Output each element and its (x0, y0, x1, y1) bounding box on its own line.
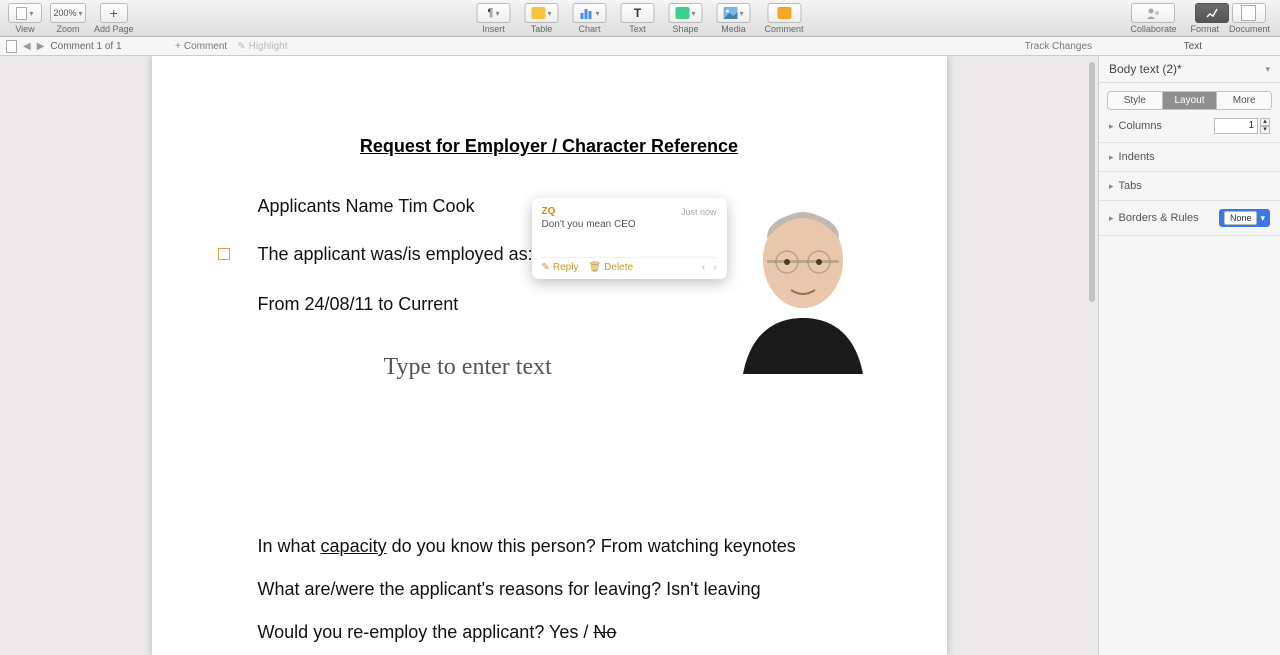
text-button[interactable]: T (620, 3, 654, 23)
track-changes-label[interactable]: Track Changes (1025, 41, 1092, 52)
indents-section[interactable]: ▸Indents (1099, 143, 1280, 172)
collaborate-button[interactable] (1131, 3, 1175, 23)
tab-style[interactable]: Style (1108, 92, 1162, 109)
pencil-icon: ✎ (237, 41, 245, 52)
comment-author: ZQ (542, 206, 556, 217)
collaborate-label: Collaborate (1130, 24, 1176, 34)
inspector-tab-text: Text (1184, 41, 1202, 52)
inspector-panel: Body text (2)* ▾ Style Layout More ▸Colu… (1098, 56, 1280, 655)
chart-button[interactable]: ▾ (572, 3, 606, 23)
tabs-section[interactable]: ▸Tabs (1099, 172, 1280, 201)
main-toolbar: ▾ View 200%▾ Zoom + Add Page (0, 0, 1280, 37)
comment-marker[interactable] (218, 248, 230, 260)
format-button[interactable] (1195, 3, 1229, 23)
insert-button[interactable]: ¶▾ (476, 3, 510, 23)
brush-icon (1205, 7, 1219, 19)
media-icon (723, 7, 737, 19)
question-capacity[interactable]: In what capacity do you know this person… (258, 536, 796, 557)
borders-section[interactable]: ▸Borders & Rules None▾ (1099, 201, 1280, 236)
applicant-photo[interactable] (721, 168, 885, 374)
page-icon (16, 7, 27, 20)
scrollbar[interactable] (1089, 62, 1095, 302)
disclosure-icon: ▸ (1109, 181, 1114, 192)
comment-toolbar-button[interactable] (767, 3, 801, 23)
highlight-button[interactable]: ✎Highlight (237, 41, 287, 52)
thumbnails-icon[interactable] (6, 40, 17, 53)
comment-label: Comment (764, 24, 803, 34)
paragraph-style-name[interactable]: Body text (2)* (1109, 62, 1182, 76)
disclosure-icon: ▸ (1109, 152, 1114, 163)
chart-icon (579, 7, 593, 19)
inspector-tabs: Style Layout More (1107, 91, 1272, 110)
page: Request for Employer / Character Referen… (152, 56, 947, 655)
add-page-button[interactable]: + (100, 3, 128, 23)
media-button[interactable]: ▾ (716, 3, 750, 23)
table-label: Table (531, 24, 553, 34)
comment-count: Comment 1 of 1 (50, 41, 121, 52)
prev-comment-arrow[interactable]: ◀ (23, 41, 31, 52)
question-reasons[interactable]: What are/were the applicant's reasons fo… (258, 579, 761, 600)
tab-layout[interactable]: Layout (1162, 92, 1217, 109)
columns-stepper[interactable]: ▴▾ (1260, 118, 1270, 134)
from-to-line[interactable]: From 24/08/11 to Current (258, 294, 459, 315)
comment-prev-icon[interactable]: ‹ (702, 262, 705, 273)
media-label: Media (721, 24, 746, 34)
pencil-icon: ✎ (542, 262, 550, 273)
comment-delete-button[interactable]: 🗑Delete (588, 262, 633, 273)
disclosure-icon: ▸ (1109, 213, 1114, 224)
trash-icon: 🗑 (588, 262, 601, 273)
insert-label: Insert (482, 24, 505, 34)
zoom-button[interactable]: 200%▾ (50, 3, 86, 23)
columns-section[interactable]: ▸Columns 1 ▴▾ (1099, 110, 1280, 143)
tab-more[interactable]: More (1216, 92, 1271, 109)
document-icon (1241, 5, 1256, 21)
document-label: Document (1229, 24, 1270, 34)
textbox-placeholder[interactable]: Type to enter text (384, 354, 552, 381)
zoom-label: Zoom (56, 24, 79, 34)
comment-reply-button[interactable]: ✎Reply (542, 262, 579, 273)
table-button[interactable]: ▾ (524, 3, 558, 23)
document-button[interactable] (1232, 3, 1266, 23)
add-comment-button[interactable]: +Comment (175, 41, 227, 52)
doc-title[interactable]: Request for Employer / Character Referen… (152, 136, 947, 157)
columns-value[interactable]: 1 (1214, 118, 1258, 134)
style-dropdown-icon[interactable]: ▾ (1265, 64, 1270, 75)
add-page-label: Add Page (94, 24, 134, 34)
view-button[interactable]: ▾ (8, 3, 42, 23)
text-icon: T (634, 6, 641, 20)
comment-body: Don't you mean CEO (542, 219, 717, 257)
comment-icon (777, 7, 791, 19)
text-label: Text (629, 24, 646, 34)
shape-label: Shape (672, 24, 698, 34)
chart-label: Chart (578, 24, 600, 34)
disclosure-icon: ▸ (1109, 121, 1114, 132)
collaborate-icon (1145, 7, 1161, 19)
borders-select[interactable]: None▾ (1219, 209, 1270, 227)
comment-time: Just now (681, 207, 717, 217)
document-canvas[interactable]: Request for Employer / Character Referen… (0, 56, 1098, 655)
shape-icon (675, 7, 689, 19)
comment-popover: ZQ Just now Don't you mean CEO ✎Reply 🗑D… (532, 198, 727, 279)
table-icon (531, 7, 545, 19)
view-label: View (15, 24, 34, 34)
next-comment-arrow[interactable]: ▶ (37, 41, 45, 52)
comment-next-icon[interactable]: › (713, 262, 716, 273)
shape-button[interactable]: ▾ (668, 3, 702, 23)
question-reemploy[interactable]: Would you re-employ the applicant? Yes /… (258, 622, 617, 643)
format-label: Format (1190, 24, 1219, 34)
applicant-name-line[interactable]: Applicants Name Tim Cook (258, 196, 475, 217)
secondary-toolbar: ◀ ▶ Comment 1 of 1 +Comment ✎Highlight T… (0, 37, 1280, 56)
